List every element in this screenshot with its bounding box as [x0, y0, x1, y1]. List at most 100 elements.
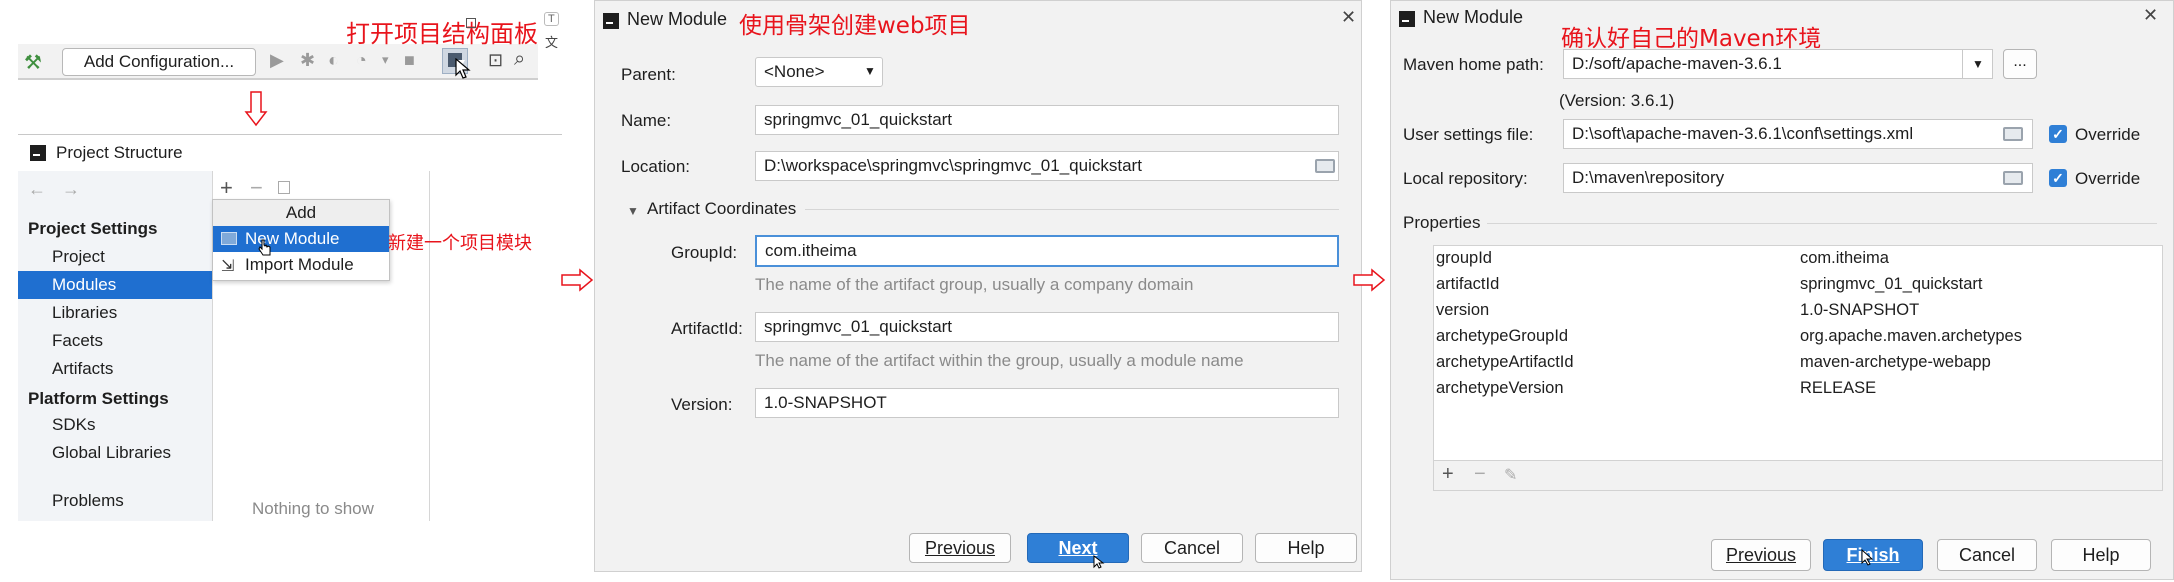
chevron-down-icon[interactable]: ▾ [382, 52, 389, 68]
sidebar-item-facets[interactable]: Facets [18, 327, 212, 355]
intellij-logo-mark-icon [33, 154, 40, 156]
tiny-window-icon [466, 18, 476, 28]
previous-button[interactable]: Previous [1711, 539, 1811, 571]
properties-table: groupId com.itheima artifactId springmvc… [1433, 245, 2163, 461]
maven-home-dropdown[interactable]: ▼ [1963, 49, 1993, 79]
structure-title: Project Structure [56, 143, 183, 162]
remove-icon[interactable]: − [250, 175, 263, 201]
add-property-icon[interactable]: + [1442, 463, 1454, 486]
panel-new-module-archetype: New Module 使用骨架创建web项目 ✕ Parent: <None> … [594, 0, 1362, 572]
local-repo-field[interactable]: D:\maven\repository [1563, 163, 2033, 193]
table-row[interactable]: artifactId springmvc_01_quickstart [1434, 272, 2164, 298]
coverage-icon[interactable]: ◐ [328, 50, 339, 71]
terminal-icon[interactable]: ⊡ [488, 50, 503, 71]
local-repo-override-checkbox[interactable]: ✓ [2049, 169, 2067, 187]
profile-icon[interactable]: ◔ [356, 50, 367, 71]
table-row[interactable]: version 1.0-SNAPSHOT [1434, 298, 2164, 324]
build-hammer-icon[interactable]: ⚒ [24, 50, 42, 75]
annotation-maven: 确认好自己的Maven环境 [1561, 26, 1822, 52]
intellij-logo-icon [603, 13, 619, 29]
popup-item-new-module[interactable]: New Module [213, 226, 389, 252]
table-row[interactable]: groupId com.itheima [1434, 246, 2164, 272]
sidebar-item-problems[interactable]: Problems [18, 487, 212, 515]
close-icon[interactable]: ✕ [2143, 5, 2158, 26]
popup-item-import-module[interactable]: ⇲ Import Module [213, 252, 389, 278]
location-field[interactable]: D:\workspace\springmvc\springmvc_01_quic… [755, 151, 1339, 181]
panel-new-module-maven: New Module 确认好自己的Maven环境 ✕ Maven home pa… [1390, 0, 2174, 580]
maven-home-browse-button[interactable]: ... [2003, 49, 2037, 79]
collapse-triangle-icon[interactable]: ▼ [627, 204, 639, 218]
properties-toolbar: + − ✎ [1433, 461, 2163, 491]
user-settings-value: D:\soft\apache-maven-3.6.1\conf\settings… [1572, 124, 1914, 143]
platform-settings-header: Platform Settings [28, 389, 169, 408]
table-row[interactable]: archetypeGroupId org.apache.maven.archet… [1434, 324, 2164, 350]
table-row[interactable]: archetypeArtifactId maven-archetype-weba… [1434, 350, 2164, 376]
property-key: artifactId [1436, 275, 1500, 293]
name-label: Name: [621, 111, 672, 130]
name-field[interactable]: springmvc_01_quickstart [755, 105, 1339, 135]
user-settings-override-checkbox[interactable]: ✓ [2049, 125, 2067, 143]
intellij-logo-mark-icon [1402, 20, 1409, 22]
popup-import-module-label: Import Module [245, 255, 354, 274]
add-icon[interactable]: + [220, 175, 233, 201]
edit-property-icon[interactable]: ✎ [1504, 465, 1517, 485]
sidebar-item-artifacts[interactable]: Artifacts [18, 355, 212, 383]
property-key: archetypeArtifactId [1436, 353, 1574, 371]
version-field[interactable]: 1.0-SNAPSHOT [755, 388, 1339, 418]
close-icon[interactable]: ✕ [1341, 7, 1356, 28]
forward-arrow-icon[interactable]: → [62, 179, 80, 200]
user-settings-label: User settings file: [1403, 125, 1534, 144]
sidebar-item-modules[interactable]: Modules [18, 271, 212, 299]
module-folder-icon [221, 232, 237, 245]
annotation-archetype: 使用骨架创建web项目 [739, 13, 971, 39]
location-field-value: D:\workspace\springmvc\springmvc_01_quic… [764, 156, 1142, 175]
property-value: com.itheima [1800, 249, 1889, 267]
artifactid-label: ArtifactId: [671, 319, 743, 338]
user-settings-field[interactable]: D:\soft\apache-maven-3.6.1\conf\settings… [1563, 119, 2033, 149]
help-button[interactable]: Help [2051, 539, 2151, 571]
previous-button[interactable]: Previous [909, 533, 1011, 563]
artifact-coordinates-header[interactable]: Artifact Coordinates [647, 199, 796, 219]
chevron-down-icon: ▼ [1972, 57, 1984, 71]
remove-property-icon[interactable]: − [1474, 463, 1486, 486]
cursor-arrow-icon [1861, 549, 1874, 566]
structure-sidebar: ← → Project Settings Project Modules Lib… [18, 171, 213, 521]
help-button[interactable]: Help [1255, 533, 1357, 563]
search-icon[interactable]: ⌕ [514, 48, 525, 71]
panel-project-structure: ⚒ Add Configuration... ▶ ✱ ◐ ◔ ▾ ■ ⊡ ⌕ 打… [0, 0, 594, 582]
maven-home-select[interactable]: D:/soft/apache-maven-3.6.1 [1563, 49, 1963, 79]
down-arrow-icon [244, 91, 268, 127]
stop-icon[interactable]: ■ [404, 50, 415, 71]
debug-icon[interactable]: ✱ [300, 50, 315, 71]
next-button[interactable]: Next [1027, 533, 1129, 563]
parent-select[interactable]: <None> ▼ [755, 57, 883, 87]
artifactid-field[interactable]: springmvc_01_quickstart [755, 312, 1339, 342]
groupid-field[interactable]: com.itheima [755, 235, 1339, 267]
maven-home-label: Maven home path: [1403, 55, 1544, 75]
previous-button-label: Previous [924, 538, 996, 558]
cancel-button[interactable]: Cancel [1937, 539, 2037, 571]
property-key: archetypeGroupId [1436, 327, 1569, 345]
property-key: groupId [1436, 249, 1492, 267]
property-value: springmvc_01_quickstart [1800, 275, 1983, 293]
sidebar-item-sdks[interactable]: SDKs [18, 411, 212, 439]
browse-folder-icon[interactable] [1315, 159, 1335, 173]
property-value: maven-archetype-webapp [1800, 353, 1991, 371]
sidebar-item-project[interactable]: Project [18, 243, 212, 271]
add-configuration-button[interactable]: Add Configuration... [62, 48, 256, 76]
browse-folder-icon[interactable] [2003, 171, 2023, 185]
copy-icon[interactable] [278, 181, 290, 194]
cancel-button[interactable]: Cancel [1141, 533, 1243, 563]
cursor-arrow-icon [455, 58, 471, 79]
back-arrow-icon[interactable]: ← [28, 179, 46, 200]
property-key: version [1436, 301, 1490, 319]
sidebar-item-libraries[interactable]: Libraries [18, 299, 212, 327]
run-icon[interactable]: ▶ [270, 50, 284, 71]
version-label: Version: [671, 395, 733, 414]
intellij-logo-mark-icon [606, 22, 613, 24]
intellij-logo-icon [1399, 11, 1415, 27]
browse-folder-icon[interactable] [2003, 127, 2023, 141]
maven-home-value: D:/soft/apache-maven-3.6.1 [1572, 54, 1782, 73]
sidebar-item-global-libraries[interactable]: Global Libraries [18, 439, 212, 467]
table-row[interactable]: archetypeVersion RELEASE [1434, 376, 2164, 402]
